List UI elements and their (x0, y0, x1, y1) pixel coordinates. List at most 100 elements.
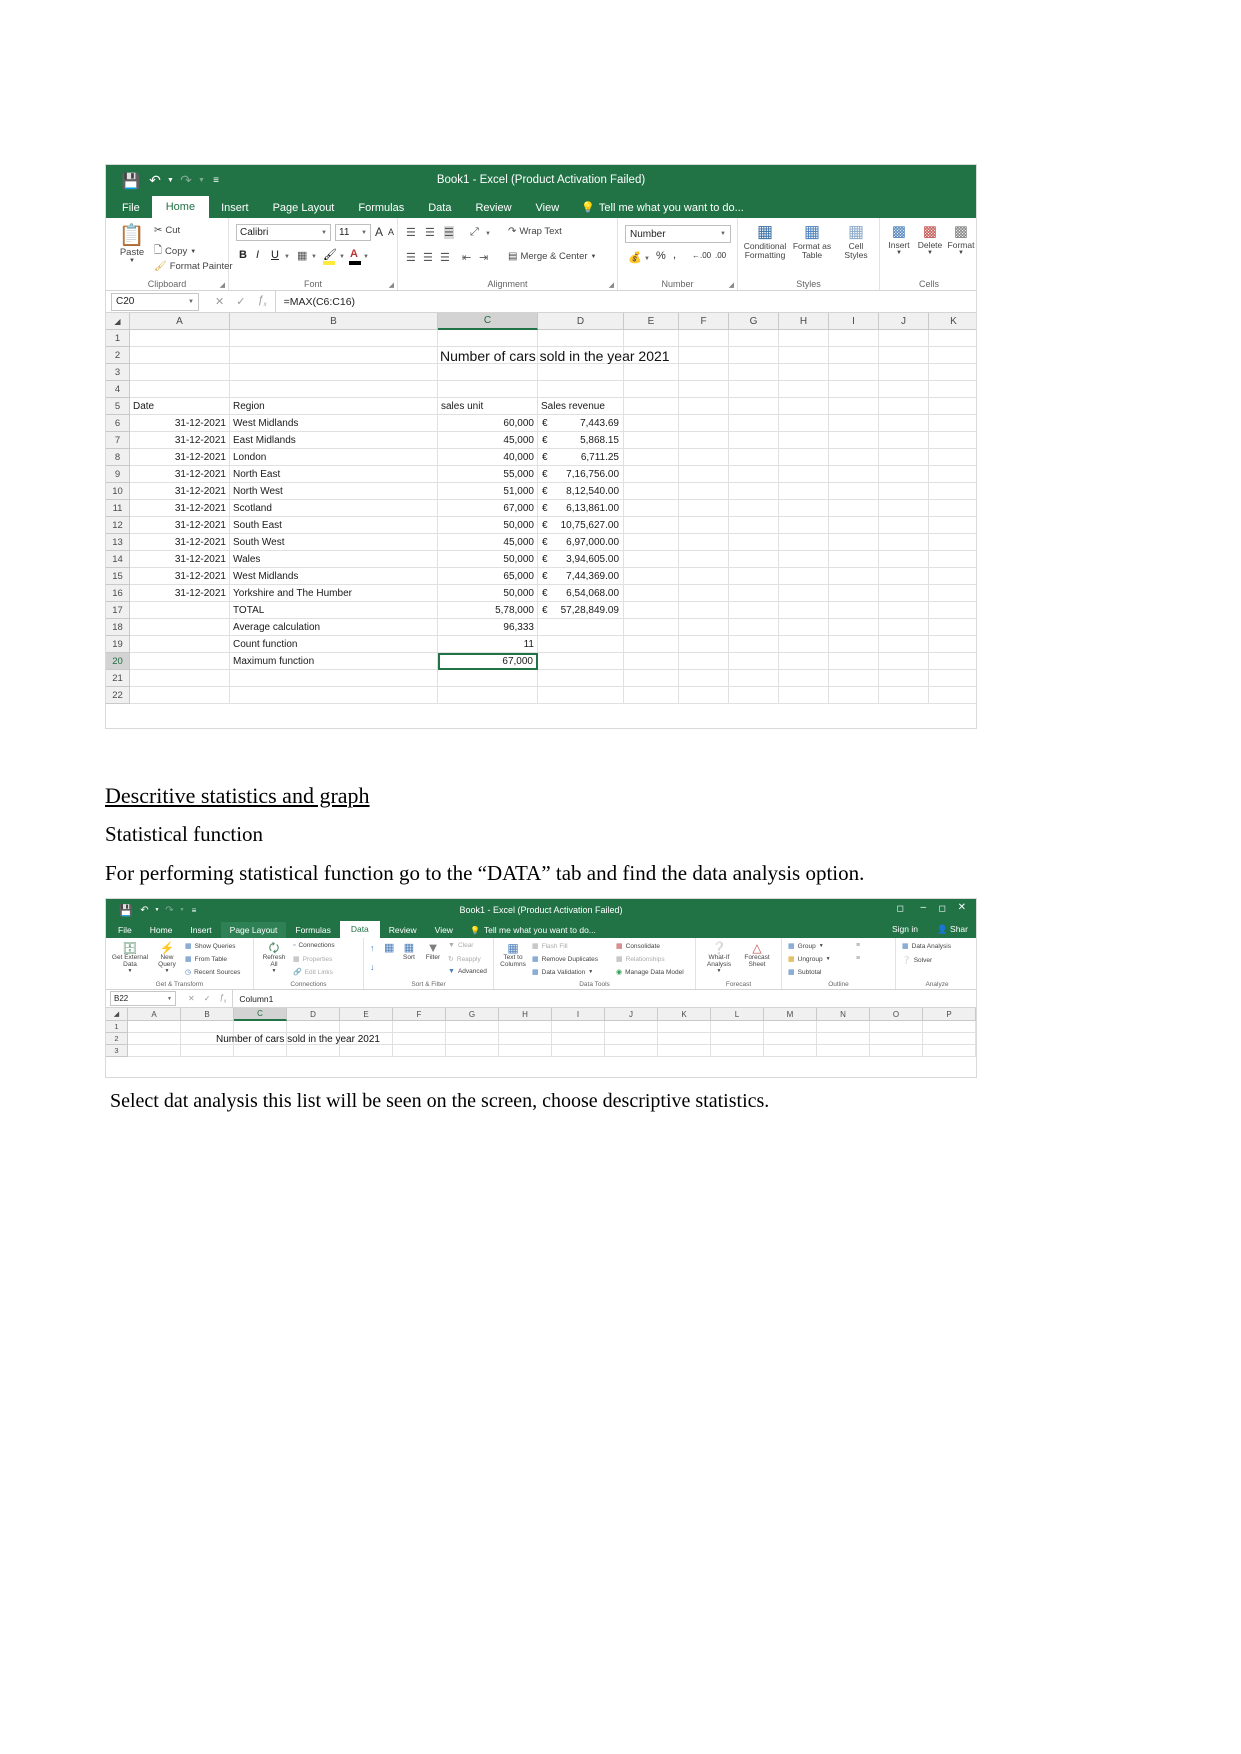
formula-input[interactable]: =MAX(C6:C16) (274, 290, 976, 313)
cell-J18[interactable] (879, 619, 929, 636)
cell-E9[interactable] (624, 466, 679, 483)
alignment-dialog-launcher-icon[interactable]: ◢ (609, 281, 614, 289)
row-header-12[interactable]: 12 (106, 517, 130, 534)
cell-F13[interactable] (679, 534, 729, 551)
cell-G12[interactable] (729, 517, 779, 534)
formula-input-2[interactable]: Column1 (232, 989, 976, 1008)
cell-I13[interactable] (829, 534, 879, 551)
percent-style-button[interactable]: % (656, 250, 666, 262)
cell-D17[interactable]: €57,28,849.09 (538, 602, 624, 619)
cell-K1[interactable] (929, 330, 976, 347)
align-middle-icon[interactable]: ☰ (425, 226, 435, 239)
row-header-5[interactable]: 5 (106, 398, 130, 415)
cell-B20[interactable]: Maximum function (230, 653, 438, 670)
number-format-combo[interactable]: Number ▼ (625, 225, 731, 243)
cell-D21[interactable] (538, 670, 624, 687)
cell-D19[interactable] (538, 636, 624, 653)
cell-I15[interactable] (829, 568, 879, 585)
cell-P2[interactable] (923, 1033, 976, 1045)
cell-E5[interactable] (624, 398, 679, 415)
cell-G7[interactable] (729, 432, 779, 449)
group-button[interactable]: ▦ Group ▼ (788, 942, 824, 951)
tell-me-box[interactable]: 💡 Tell me what you want to do... (571, 197, 744, 218)
cell-B2[interactable] (230, 347, 438, 364)
cell-G8[interactable] (729, 449, 779, 466)
row-header-22[interactable]: 22 (106, 687, 130, 704)
cell-E1[interactable] (340, 1021, 393, 1033)
cell-B14[interactable]: Wales (230, 551, 438, 568)
row-header-18[interactable]: 18 (106, 619, 130, 636)
row-header-10[interactable]: 10 (106, 483, 130, 500)
row-header-7[interactable]: 7 (106, 432, 130, 449)
cell-P1[interactable] (923, 1021, 976, 1033)
column-header-D[interactable]: D (538, 313, 624, 330)
cell-G17[interactable] (729, 602, 779, 619)
cell-E15[interactable] (624, 568, 679, 585)
cell-I1[interactable] (829, 330, 879, 347)
column-header-A[interactable]: A (128, 1008, 181, 1021)
column-header-J[interactable]: J (605, 1008, 658, 1021)
cell-D3[interactable] (538, 364, 624, 381)
cell-K20[interactable] (929, 653, 976, 670)
advanced-filter-button[interactable]: ▼ Advanced (448, 968, 487, 975)
cell-G20[interactable] (729, 653, 779, 670)
row-header-1[interactable]: 1 (106, 1021, 128, 1033)
cell-K10[interactable] (929, 483, 976, 500)
get-external-data-button[interactable]: 🗄 Get External Data ▼ (111, 941, 149, 974)
cell-A16[interactable]: 31-12-2021 (130, 585, 230, 602)
cell-F16[interactable] (679, 585, 729, 602)
cell-C14[interactable]: 50,000 (438, 551, 538, 568)
insert-function-icon[interactable]: ƒx (219, 993, 226, 1005)
tab-formulas[interactable]: Formulas (346, 198, 416, 218)
font-name-combo[interactable]: Calibri ▼ (236, 224, 331, 241)
align-bottom-icon[interactable]: ☰ (444, 226, 454, 239)
cell-A9[interactable]: 31-12-2021 (130, 466, 230, 483)
cell-G14[interactable] (729, 551, 779, 568)
cell-G10[interactable] (729, 483, 779, 500)
consolidate-button[interactable]: ▦ Consolidate (616, 942, 660, 951)
cell-H2[interactable] (499, 1033, 552, 1045)
cell-B8[interactable]: London (230, 449, 438, 466)
chevron-down-icon[interactable]: ▼ (896, 250, 902, 256)
cell-L2[interactable] (711, 1033, 764, 1045)
undo-dropdown-icon[interactable]: ▼ (153, 899, 161, 921)
row-header-20[interactable]: 20 (106, 653, 130, 670)
cell-H5[interactable] (779, 398, 829, 415)
format-as-table-button[interactable]: ▦ Format as Table (790, 222, 834, 260)
new-query-button[interactable]: ⚡ New Query ▼ (152, 941, 182, 974)
cell-G3[interactable] (446, 1045, 499, 1057)
customize-qat-icon[interactable]: ≡ (206, 165, 226, 196)
cell-I22[interactable] (829, 687, 879, 704)
align-center-icon[interactable]: ☰ (423, 251, 433, 264)
column-header-M[interactable]: M (764, 1008, 817, 1021)
row-header-16[interactable]: 16 (106, 585, 130, 602)
cell-C1[interactable] (234, 1021, 287, 1033)
cell-B15[interactable]: West Midlands (230, 568, 438, 585)
cell-J15[interactable] (879, 568, 929, 585)
cell-K18[interactable] (929, 619, 976, 636)
chevron-down-icon[interactable]: ▼ (272, 968, 277, 974)
column-header-J[interactable]: J (879, 313, 929, 330)
cell-G9[interactable] (729, 466, 779, 483)
cell-C3[interactable] (234, 1045, 287, 1057)
merge-center-button[interactable]: ▤ Merge & Center ▼ (508, 251, 596, 262)
cell-H7[interactable] (779, 432, 829, 449)
cell-J2[interactable] (605, 1033, 658, 1045)
cell-A6[interactable]: 31-12-2021 (130, 415, 230, 432)
cell-C18[interactable]: 96,333 (438, 619, 538, 636)
cell-D9[interactable]: €7,16,756.00 (538, 466, 624, 483)
sort-asc-icon[interactable]: ↑ (370, 943, 375, 953)
row-header-13[interactable]: 13 (106, 534, 130, 551)
clear-filter-button[interactable]: ▼ Clear (448, 942, 473, 949)
cell-I12[interactable] (829, 517, 879, 534)
solver-button[interactable]: ❔ Solver (902, 956, 932, 965)
cancel-formula-icon[interactable]: ✕ (188, 994, 195, 1003)
redo-dropdown-icon[interactable]: ▼ (178, 899, 186, 921)
tab-data[interactable]: Data (416, 198, 463, 218)
cell-K6[interactable] (929, 415, 976, 432)
undo-icon[interactable]: ↶ (136, 899, 153, 921)
cell-C5[interactable]: sales unit (438, 398, 538, 415)
name-box[interactable]: C20 ▼ (111, 292, 199, 311)
show-detail-icon[interactable]: ≡ (856, 942, 860, 949)
cell-J3[interactable] (605, 1045, 658, 1057)
